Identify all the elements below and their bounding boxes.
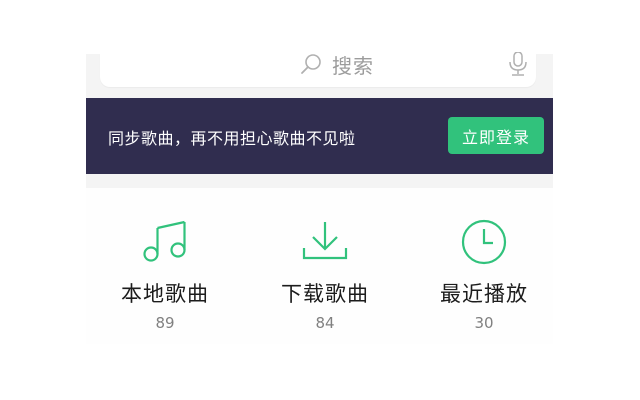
quick-access-section: 本地歌曲 89 下载歌曲 84 最近播放 30	[86, 188, 553, 344]
search-input[interactable]: 搜索	[100, 52, 536, 87]
microphone-icon[interactable]	[507, 52, 529, 78]
local-songs-label: 本地歌曲	[121, 282, 209, 306]
app-screen: 搜索 同步歌曲，再不用担心歌曲不见啦 立即登录 本地歌曲 89 下载歌曲 84 …	[86, 52, 553, 344]
music-note-icon	[143, 220, 186, 262]
download-icon	[302, 222, 348, 260]
downloaded-songs-label: 下载歌曲	[281, 282, 369, 306]
search-placeholder: 搜索	[332, 54, 374, 78]
banner-text: 同步歌曲，再不用担心歌曲不见啦	[108, 129, 356, 148]
login-button[interactable]: 立即登录	[448, 117, 544, 154]
clock-icon	[461, 219, 507, 265]
section-divider	[86, 174, 553, 188]
recent-plays-label: 最近播放	[440, 282, 528, 306]
search-icon	[301, 54, 321, 74]
login-banner: 同步歌曲，再不用担心歌曲不见啦 立即登录	[86, 98, 553, 174]
local-songs-count: 89	[155, 314, 175, 332]
search-area: 搜索	[86, 52, 553, 98]
downloaded-songs-item[interactable]: 下载歌曲 84	[250, 188, 400, 344]
recent-plays-item[interactable]: 最近播放 30	[409, 188, 559, 344]
recent-plays-count: 30	[474, 314, 494, 332]
local-songs-item[interactable]: 本地歌曲 89	[90, 188, 240, 344]
downloaded-songs-count: 84	[315, 314, 335, 332]
